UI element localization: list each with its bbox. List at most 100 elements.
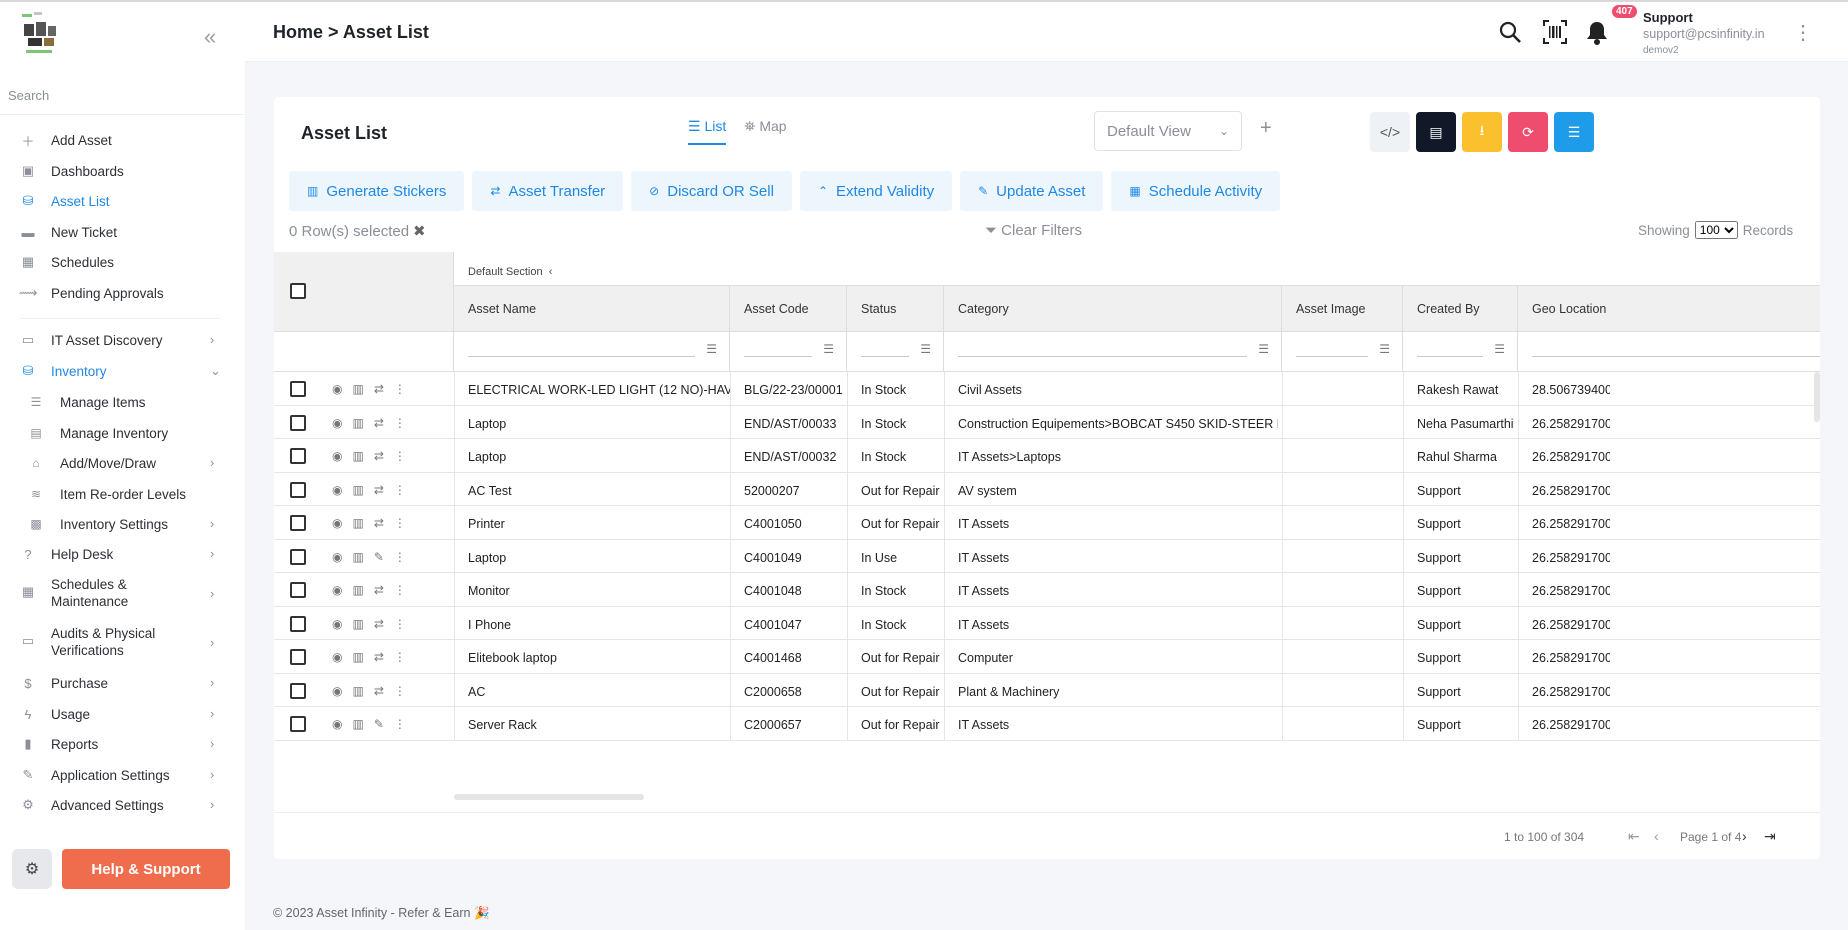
download-button[interactable]: ⭳ (1462, 112, 1502, 152)
sidebar-item-asset-list[interactable]: ⛁ Asset List (0, 193, 245, 210)
transfer-icon[interactable]: ⇄ (374, 650, 384, 664)
sidebar-item-add-move-draw[interactable]: ⌂ Add/Move/Draw › (0, 455, 245, 472)
tab-list[interactable]: ☰ List (688, 118, 727, 145)
horizontal-scrollbar[interactable] (454, 794, 644, 800)
extend-validity-button[interactable]: ⌃ Extend Validity (799, 171, 953, 211)
row-checkbox[interactable] (290, 515, 306, 531)
edit-icon[interactable]: ✎ (374, 717, 384, 731)
barcode-icon[interactable]: ▥ (352, 483, 363, 497)
more-menu-icon[interactable]: ⋮ (1793, 20, 1813, 45)
more-icon[interactable]: ⋮ (394, 583, 406, 597)
col-asset-name[interactable]: Asset Name (454, 286, 730, 332)
transfer-icon[interactable]: ⇄ (374, 516, 384, 530)
table-row[interactable]: ◉ ▥ ⇄ ⋮ I Phone C4001047 In Stock IT Assets Supp… (274, 606, 1820, 640)
table-row[interactable]: ◉ ▥ ⇄ ⋮ AC Test 52000207 Out for Repair AV syst… (274, 472, 1820, 506)
transfer-icon[interactable]: ⇄ (374, 583, 384, 597)
sidebar-item-pending-approvals[interactable]: ⟿ Pending Approvals (0, 285, 245, 302)
col-geo-location[interactable]: Geo Location (1518, 286, 1820, 332)
more-icon[interactable]: ⋮ (394, 650, 406, 664)
logo[interactable] (20, 10, 60, 58)
view-icon[interactable]: ◉ (332, 617, 342, 631)
sidebar-item-application-settings[interactable]: ✎ Application Settings › (0, 767, 245, 784)
sidebar-item-dashboards[interactable]: ▣ Dashboards (0, 163, 245, 180)
view-icon[interactable]: ◉ (332, 550, 342, 564)
view-icon[interactable]: ◉ (332, 483, 342, 497)
asset-transfer-button[interactable]: ⇄ Asset Transfer (472, 171, 624, 211)
sidebar-item-reports[interactable]: ▮ Reports › (0, 736, 245, 753)
view-icon[interactable]: ◉ (332, 583, 342, 597)
filter-created-by[interactable]: ☰ (1403, 332, 1518, 372)
table-row[interactable]: ◉ ▥ ✎ ⋮ Server Rack C2000657 Out for Repair IT … (274, 707, 1820, 741)
sidebar-item-inventory[interactable]: ⛁ Inventory ⌄ (0, 363, 245, 380)
select-all-checkbox[interactable] (290, 283, 306, 299)
more-icon[interactable]: ⋮ (394, 684, 406, 698)
filter-icon[interactable]: ☰ (706, 342, 717, 356)
row-checkbox[interactable] (290, 582, 306, 598)
transfer-icon[interactable]: ⇄ (374, 449, 384, 463)
row-checkbox[interactable] (290, 716, 306, 732)
col-status[interactable]: Status (847, 286, 944, 332)
barcode-icon[interactable]: ▥ (352, 550, 363, 564)
sidebar-item-new-ticket[interactable]: ▬ New Ticket (0, 224, 245, 241)
collapse-sidebar-icon[interactable]: « (204, 24, 216, 50)
sidebar-item-inventory-settings[interactable]: ▩ Inventory Settings › (0, 516, 245, 533)
sidebar-item-item-reorder-levels[interactable]: ≋ Item Re-order Levels (0, 486, 245, 503)
sidebar-item-help-desk[interactable]: ? Help Desk › (0, 546, 245, 563)
row-checkbox[interactable] (290, 381, 306, 397)
barcode-icon[interactable]: ▥ (352, 583, 363, 597)
user-name[interactable]: Support (1643, 10, 1693, 25)
sidebar-item-purchase[interactable]: $ Purchase › (0, 675, 245, 692)
col-asset-code[interactable]: Asset Code (730, 286, 847, 332)
table-row[interactable]: ◉ ▥ ⇄ ⋮ Laptop END/AST/00033 In Stock Construct… (274, 405, 1820, 439)
row-checkbox[interactable] (290, 615, 306, 632)
view-icon[interactable]: ◉ (332, 650, 342, 664)
col-asset-image[interactable]: Asset Image (1282, 286, 1403, 332)
barcode-icon[interactable]: ▥ (352, 650, 363, 664)
help-support-button[interactable]: Help & Support (62, 849, 230, 889)
page-size-select[interactable]: 100 (1694, 221, 1738, 239)
sidebar-item-manage-inventory[interactable]: ▤ Manage Inventory (0, 425, 245, 442)
vertical-scrollbar[interactable] (1814, 372, 1820, 422)
filter-asset-name[interactable]: ☰ (454, 332, 730, 372)
add-view-icon[interactable]: + (1260, 117, 1272, 140)
search-icon[interactable] (1498, 20, 1522, 50)
view-icon[interactable]: ◉ (332, 416, 342, 430)
filter-icon[interactable]: ☰ (920, 342, 931, 356)
table-row[interactable]: ◉ ▥ ⇄ ⋮ Monitor C4001048 In Stock IT Assets Supp… (274, 573, 1820, 607)
view-icon[interactable]: ◉ (332, 684, 342, 698)
section-header[interactable]: Default Section ‹ (454, 252, 1820, 286)
filter-icon[interactable]: ☰ (823, 342, 834, 356)
row-checkbox[interactable] (290, 481, 306, 498)
transfer-icon[interactable]: ⇄ (374, 483, 384, 497)
last-page-icon[interactable]: ⇥ (1764, 828, 1776, 845)
more-icon[interactable]: ⋮ (394, 449, 406, 463)
refresh-button[interactable]: ⟳ (1508, 112, 1548, 152)
more-icon[interactable]: ⋮ (394, 617, 406, 631)
row-checkbox[interactable] (290, 448, 306, 464)
transfer-icon[interactable]: ⇄ (374, 382, 384, 396)
prev-page-icon[interactable]: ‹ (1654, 828, 1659, 844)
more-icon[interactable]: ⋮ (394, 516, 406, 530)
filter-icon[interactable]: ☰ (1494, 342, 1505, 356)
sidebar-item-audits[interactable]: ▭ Audits & Physical Verifications › (0, 625, 245, 659)
barcode-icon[interactable]: ▥ (352, 684, 363, 698)
view-icon[interactable]: ◉ (332, 516, 342, 530)
next-page-icon[interactable]: › (1742, 828, 1747, 844)
filter-asset-code[interactable]: ☰ (730, 332, 847, 372)
transfer-icon[interactable]: ⇄ (374, 684, 384, 698)
filter-icon[interactable]: ☰ (1379, 342, 1390, 356)
row-checkbox[interactable] (290, 649, 306, 665)
notification-bell-icon[interactable] (1585, 20, 1609, 52)
transfer-icon[interactable]: ⇄ (374, 416, 384, 430)
view-icon[interactable]: ◉ (332, 382, 342, 396)
more-icon[interactable]: ⋮ (394, 717, 406, 731)
barcode-icon[interactable]: ▥ (352, 617, 363, 631)
table-row[interactable]: ◉ ▥ ⇄ ⋮ AC C2000658 Out for Repair Plant & Mach… (274, 673, 1820, 707)
update-asset-button[interactable]: ✎ Update Asset (960, 171, 1104, 211)
more-icon[interactable]: ⋮ (394, 550, 406, 564)
table-row[interactable]: ◉ ▥ ⇄ ⋮ Printer C4001050 Out for Repair IT Asse… (274, 506, 1820, 540)
barcode-scan-icon[interactable] (1543, 20, 1567, 50)
edit-icon[interactable]: ✎ (374, 550, 384, 564)
sidebar-item-add-asset[interactable]: ＋ Add Asset (0, 132, 245, 149)
table-row[interactable]: ◉ ▥ ⇄ ⋮ Elitebook laptop C4001468 Out for Repa… (274, 640, 1820, 674)
